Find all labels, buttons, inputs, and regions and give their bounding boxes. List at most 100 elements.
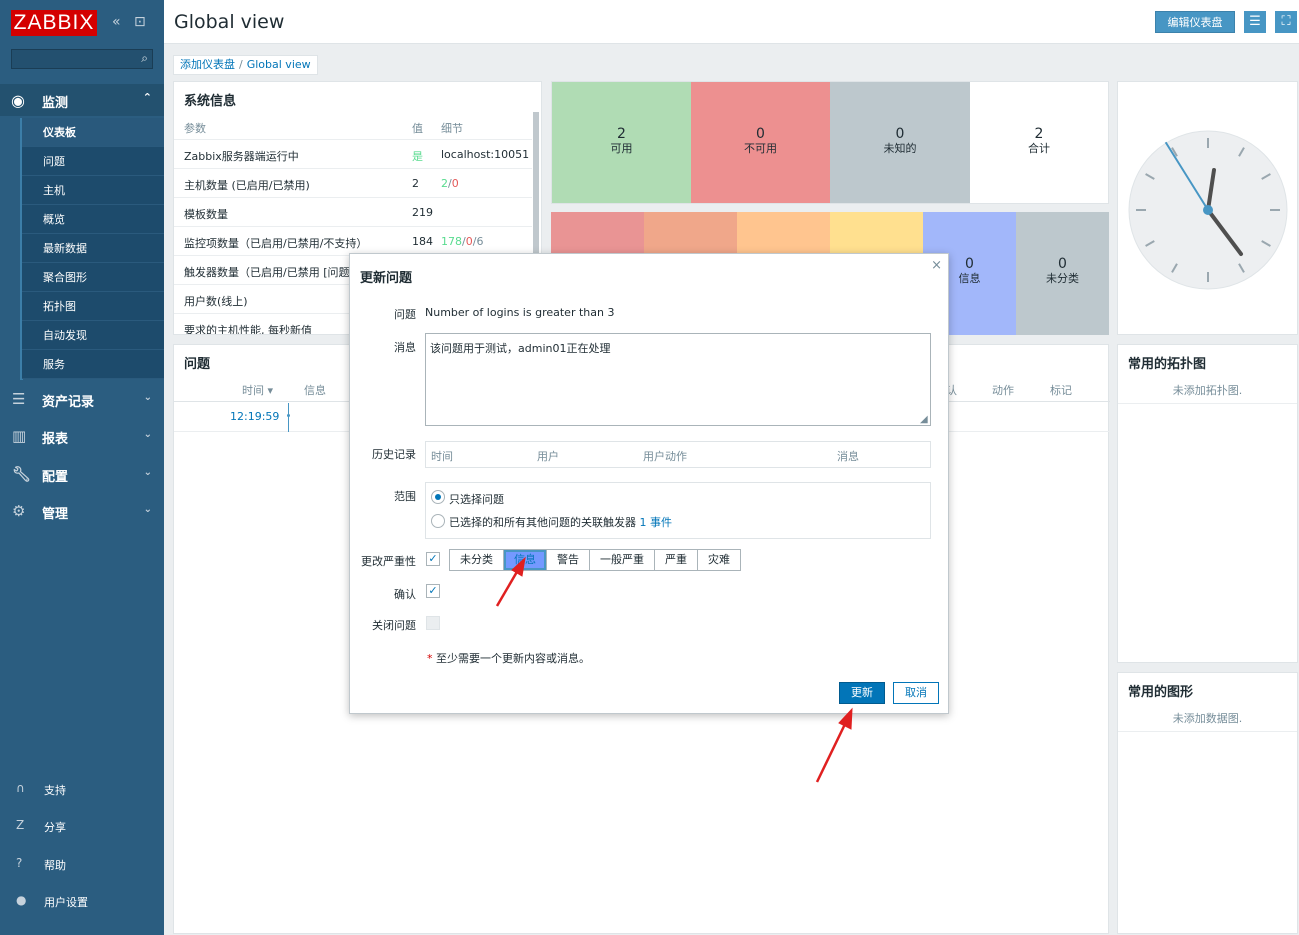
edit-dashboard-button[interactable]: 编辑仪表盘 xyxy=(1155,11,1235,33)
row-detail: 178/0/6 xyxy=(441,235,484,248)
chevron-down-icon: ⌄ xyxy=(143,392,152,403)
row-value: 219 xyxy=(412,206,433,219)
chevron-up-icon: ⌃ xyxy=(142,91,152,104)
close-icon[interactable]: × xyxy=(931,258,942,273)
row-detail: localhost:10051 xyxy=(441,148,530,161)
widget-title: 问题 xyxy=(184,357,211,372)
favourite-maps-widget: 常用的拓扑图 未添加拓扑图. xyxy=(1117,344,1298,663)
history-table: 时间 用户 用户动作 消息 xyxy=(425,441,931,468)
favourite-graphs-widget: 常用的图形 未添加数据图. xyxy=(1117,672,1298,934)
tile-unavailable[interactable]: 0 不可用 xyxy=(691,82,830,203)
tile-total[interactable]: 2 合计 xyxy=(970,82,1108,203)
row-param: 要求的主机性能, 每秒新值 xyxy=(184,324,312,335)
fullscreen-icon[interactable]: ⛶ xyxy=(1275,11,1297,33)
list-icon: ☰ xyxy=(12,390,26,408)
sidebar-item-discovery[interactable]: 自动发现 xyxy=(22,321,164,350)
severity-high[interactable]: 严重 xyxy=(655,550,698,570)
zabbix-logo: ZABBIX xyxy=(11,10,97,36)
breadcrumb-root[interactable]: 添加仪表盘 xyxy=(180,58,235,71)
row-detail: 2/0 xyxy=(441,177,459,190)
sidebar-user-settings[interactable]: ● 用户设置 xyxy=(0,886,164,916)
change-severity-checkbox[interactable]: ✓ xyxy=(426,552,440,566)
scope-label: 范围 xyxy=(394,490,416,503)
sidebar-help[interactable]: ? 帮助 xyxy=(0,849,164,879)
close-problem-checkbox xyxy=(426,616,440,630)
severity-not-classified[interactable]: 未分类 xyxy=(450,550,504,570)
sidebar-item-services[interactable]: 服务 xyxy=(22,350,164,379)
severity-average[interactable]: 一般严重 xyxy=(590,550,655,570)
row-param: 主机数量 (已启用/已禁用) xyxy=(184,179,310,192)
host-availability-widget: 2 可用 0 不可用 0 未知的 2 合计 xyxy=(551,81,1109,204)
resize-handle-icon[interactable]: ◢ xyxy=(920,414,928,425)
share-z-icon: Z xyxy=(16,818,25,832)
sidebar-item-screens[interactable]: 聚合图形 xyxy=(22,263,164,292)
history-col-action: 用户动作 xyxy=(643,450,687,463)
clock-face xyxy=(1128,130,1288,290)
menu-administration[interactable]: ⚙ 管理 ⌄ xyxy=(0,493,164,529)
table-row: 主机数量 (已启用/已禁用) 2 2/0 xyxy=(174,169,532,198)
double-chevron-left-icon[interactable]: « xyxy=(112,14,121,30)
chevron-down-icon: ⌄ xyxy=(143,504,152,515)
chevron-down-icon: ⌄ xyxy=(143,467,152,478)
widget-title: 系统信息 xyxy=(184,94,237,109)
scope-opt2-label[interactable]: 已选择的和所有其他问题的关联触发器 1 事件 xyxy=(449,514,672,530)
problem-time[interactable]: 12:19:59 xyxy=(230,410,279,423)
search-icon[interactable]: ⌕ xyxy=(141,51,148,66)
sidebar-support[interactable]: ∩ 支持 xyxy=(0,774,164,804)
update-button[interactable]: 更新 xyxy=(839,682,885,704)
severity-disaster[interactable]: 灾难 xyxy=(698,550,740,570)
sidebar-item-overview[interactable]: 概览 xyxy=(22,205,164,234)
user-icon: ● xyxy=(16,893,27,907)
menu-inventory[interactable]: ☰ 资产记录 ⌄ xyxy=(0,381,164,417)
tile-label: 合计 xyxy=(1028,142,1050,155)
kiosk-icon[interactable]: ⊡ xyxy=(134,14,146,30)
headset-icon: ∩ xyxy=(16,781,25,795)
menu-reports[interactable]: ▥ 报表 ⌄ xyxy=(0,418,164,454)
menu-icon[interactable]: ☰ xyxy=(1244,11,1266,33)
message-textarea[interactable]: 该问题用于测试，admin01正在处理 xyxy=(425,333,931,426)
share-label: 分享 xyxy=(44,821,66,834)
sidebar-item-hosts[interactable]: 主机 xyxy=(22,176,164,205)
scope-radio-all-related[interactable] xyxy=(431,514,445,528)
search-input[interactable]: ⌕ xyxy=(11,49,153,69)
widget-title: 常用的拓扑图 xyxy=(1128,357,1207,372)
tile-available[interactable]: 2 可用 xyxy=(552,82,691,203)
tile-count: 0 xyxy=(756,126,765,142)
sidebar-item-latest-data[interactable]: 最新数据 xyxy=(22,234,164,263)
col-time[interactable]: 时间 ▾ xyxy=(242,382,273,398)
scope-radio-problem-only[interactable] xyxy=(431,490,445,504)
sidebar-share[interactable]: Z 分享 xyxy=(0,811,164,841)
gear-icon: ⚙ xyxy=(12,502,26,520)
change-severity-label: 更改严重性 xyxy=(361,555,416,568)
col-detail: 细节 xyxy=(441,122,463,135)
tile-unknown[interactable]: 0 未知的 xyxy=(830,82,970,203)
update-problem-dialog: 更新问题 × 问题 Number of logins is greater th… xyxy=(349,253,949,714)
menu-configuration[interactable]: 🔧︎ 配置 ⌄ xyxy=(0,456,164,492)
severity-warning[interactable]: 警告 xyxy=(547,550,590,570)
support-label: 支持 xyxy=(44,784,66,797)
breadcrumb-sep: / xyxy=(239,58,243,71)
sidebar-item-dashboard[interactable]: 仪表板 xyxy=(22,118,164,147)
tile-label: 可用 xyxy=(610,142,633,155)
col-value: 值 xyxy=(412,122,423,135)
severity-information[interactable]: 信息 xyxy=(504,550,547,570)
table-header: 参数 值 细节 xyxy=(174,112,532,140)
problem-label: 问题 xyxy=(394,308,416,321)
help-icon: ? xyxy=(16,856,23,870)
menu-monitoring[interactable]: ◉ 监测 ⌃ xyxy=(0,84,164,116)
breadcrumb-current[interactable]: Global view xyxy=(247,58,311,71)
message-label: 消息 xyxy=(394,341,416,354)
sidebar-item-problems[interactable]: 问题 xyxy=(22,147,164,176)
tile-count: 0 xyxy=(1058,256,1067,272)
sidebar-item-maps[interactable]: 拓扑图 xyxy=(22,292,164,321)
problem-value: Number of logins is greater than 3 xyxy=(425,306,615,319)
tile-not-classified[interactable]: 0 未分类 xyxy=(1016,212,1109,335)
event-count-link[interactable]: 1 事件 xyxy=(640,516,673,529)
bar-chart-icon: ▥ xyxy=(12,427,27,445)
cancel-button[interactable]: 取消 xyxy=(893,682,939,704)
acknowledge-checkbox[interactable]: ✓ xyxy=(426,584,440,598)
scope-opt1-label[interactable]: 只选择问题 xyxy=(449,491,504,507)
wrench-icon: 🔧︎ xyxy=(12,465,32,483)
tile-count: 2 xyxy=(617,126,626,142)
clock-widget xyxy=(1117,81,1298,335)
